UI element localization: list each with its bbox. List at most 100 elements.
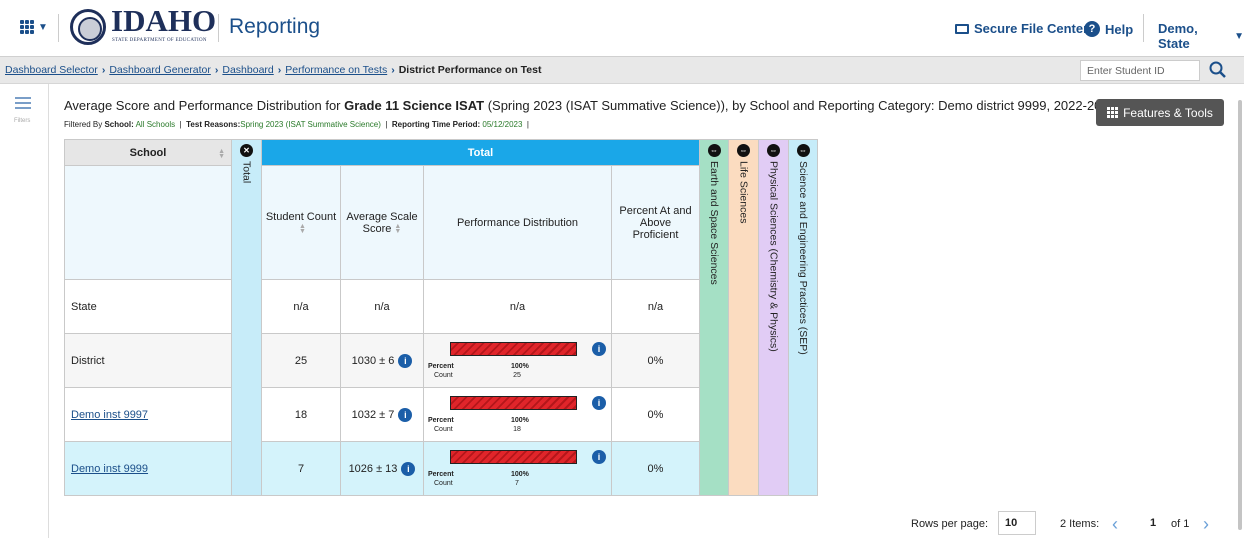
state-seal-logo	[70, 9, 106, 45]
school-header-spacer	[64, 165, 232, 280]
info-icon[interactable]: i	[592, 395, 606, 410]
info-icon[interactable]: i	[592, 341, 606, 356]
items-count: 2 Items:	[1060, 518, 1100, 530]
collapse-total-icon[interactable]: ✕	[240, 144, 253, 157]
secure-file-center-link[interactable]: Secure File Center	[955, 21, 1088, 36]
info-icon[interactable]: i	[398, 353, 413, 368]
column-header-student-count[interactable]: Student Count▲ ▼	[261, 165, 341, 280]
bar-percent-label: Percent	[428, 416, 454, 424]
bar-count-value: 7	[515, 479, 519, 487]
average-scale-score: 1032 ± 7	[351, 408, 395, 421]
column-header-total: Total	[261, 139, 700, 166]
breadcrumb-performance-on-tests[interactable]: Performance on Tests	[285, 64, 387, 76]
category-label: Physical Sciences (Chemistry & Physics)	[767, 161, 780, 352]
percent-proficient: n/a	[611, 279, 700, 334]
features-tools-label: Features & Tools	[1123, 105, 1213, 120]
current-page-input[interactable]: 1	[1142, 511, 1164, 535]
rows-per-page-label: Rows per page:	[911, 518, 989, 530]
category-label: Science and Engineering Practices (SEP)	[797, 161, 809, 355]
distribution-bar[interactable]	[450, 341, 577, 356]
expand-icon[interactable]: ⇔	[707, 144, 721, 157]
features-tools-button[interactable]: Features & Tools	[1096, 99, 1224, 126]
distribution-bar[interactable]	[450, 395, 577, 410]
search-icon	[1209, 61, 1226, 78]
next-page-icon[interactable]: ›	[1203, 514, 1209, 535]
filters-label: Filters	[14, 118, 31, 124]
sort-icon[interactable]: ▲ ▼	[218, 148, 225, 160]
info-icon[interactable]: i	[592, 449, 606, 464]
secure-file-center-label: Secure File Center	[974, 21, 1089, 36]
performance-table: School ▲ ▼ ✕ Total Total ⇔ Earth and Spac…	[64, 139, 818, 496]
apps-menu-button[interactable]: ▼	[20, 20, 48, 34]
school-name-cell: Demo inst 9997	[64, 387, 232, 442]
student-id-input[interactable]: Enter Student ID	[1080, 60, 1200, 81]
breadcrumb-separator-icon: ›	[391, 64, 395, 76]
category-earth-space[interactable]: ⇔ Earth and Space Sciences	[699, 139, 729, 496]
help-link[interactable]: ? Help	[1084, 21, 1133, 37]
column-header-performance-distribution: Performance Distribution	[423, 165, 612, 280]
logo-subtitle: STATE DEPARTMENT OF EDUCATION	[112, 38, 207, 43]
logo-word: IDAHO	[111, 3, 217, 38]
left-rail: Filters	[0, 84, 49, 538]
help-label: Help	[1105, 21, 1134, 37]
column-header-school[interactable]: School ▲ ▼	[64, 139, 232, 166]
grid-icon	[1107, 107, 1119, 118]
total-side-column: ✕ Total	[231, 139, 262, 496]
average-scale-score-cell: 1026 ± 13 i	[340, 441, 424, 496]
bar-count-label: Count	[434, 479, 453, 487]
info-icon[interactable]: i	[401, 461, 416, 476]
rows-per-page-select[interactable]: 10	[998, 511, 1036, 535]
breadcrumb-dashboard[interactable]: Dashboard	[222, 64, 273, 76]
sort-icon[interactable]: ▲ ▼	[394, 223, 401, 235]
school-name: State	[64, 279, 232, 334]
percent-proficient: 0%	[611, 441, 700, 496]
sort-icon[interactable]: ▲ ▼	[299, 223, 306, 235]
user-name: Demo, State	[1158, 21, 1198, 51]
previous-page-icon[interactable]: ‹	[1112, 514, 1118, 535]
bar-count-value: 25	[513, 371, 521, 379]
student-count: 25	[261, 333, 341, 388]
column-header-percent-proficient: Percent At and Above Proficient	[611, 165, 700, 280]
chevron-down-icon: ▼	[1234, 30, 1244, 42]
bar-count-label: Count	[434, 371, 453, 379]
chevron-down-icon: ▼	[38, 21, 48, 33]
bar-count-value: 18	[513, 425, 521, 433]
school-name-cell: Demo inst 9999	[64, 441, 232, 496]
category-sep[interactable]: ⇔ Science and Engineering Practices (SEP…	[788, 139, 818, 496]
filters-button[interactable]	[15, 96, 33, 112]
percent-proficient: 0%	[611, 333, 700, 388]
help-icon: ?	[1084, 21, 1100, 37]
expand-icon[interactable]: ⇔	[767, 144, 780, 157]
school-link[interactable]: Demo inst 9999	[71, 463, 148, 475]
category-physical-sciences[interactable]: ⇔ Physical Sciences (Chemistry & Physics…	[758, 139, 789, 496]
performance-distribution: i Percent Count 100% 25	[423, 333, 612, 388]
bar-percent-label: Percent	[428, 362, 454, 370]
performance-distribution: i Percent Count 100% 7	[423, 441, 612, 496]
distribution-bar[interactable]	[450, 449, 577, 464]
report-title: Average Score and Performance Distributi…	[64, 98, 1116, 113]
filter-summary: Filtered By School: All Schools | Test R…	[64, 120, 529, 129]
info-icon[interactable]: i	[398, 407, 413, 422]
school-link[interactable]: Demo inst 9997	[71, 409, 148, 421]
expand-icon[interactable]: ⇔	[737, 144, 750, 157]
column-header-average-scale-score[interactable]: Average Scale Score ▲ ▼	[340, 165, 424, 280]
bar-percent-value: 100%	[511, 362, 529, 370]
user-menu[interactable]: Demo, State ▼	[1158, 21, 1244, 51]
scrollbar[interactable]	[1238, 100, 1242, 530]
breadcrumb: Dashboard Selector › Dashboard Generator › D…	[5, 64, 541, 76]
average-scale-score: 1026 ± 13	[348, 462, 398, 475]
app-name: Reporting	[229, 15, 321, 38]
average-scale-score-cell: 1032 ± 7i	[340, 387, 424, 442]
breadcrumb-dashboard-generator[interactable]: Dashboard Generator	[109, 64, 211, 76]
breadcrumb-separator-icon: ›	[277, 64, 282, 76]
search-button[interactable]	[1206, 59, 1230, 81]
folder-icon	[955, 23, 969, 34]
category-life-sciences[interactable]: ⇔ Life Sciences	[728, 139, 759, 496]
breadcrumb-bar: Dashboard Selector › Dashboard Generator › D…	[0, 57, 1244, 84]
top-bar: ▼ IDAHO STATE DEPARTMENT OF EDUCATION Re…	[0, 0, 1244, 57]
expand-icon[interactable]: ⇔	[796, 144, 810, 157]
apps-grid-icon	[20, 20, 34, 34]
breadcrumb-dashboard-selector[interactable]: Dashboard Selector	[5, 64, 98, 76]
category-label: Life Sciences	[737, 161, 750, 224]
performance-distribution: i Percent Count 100% 18	[423, 387, 612, 442]
